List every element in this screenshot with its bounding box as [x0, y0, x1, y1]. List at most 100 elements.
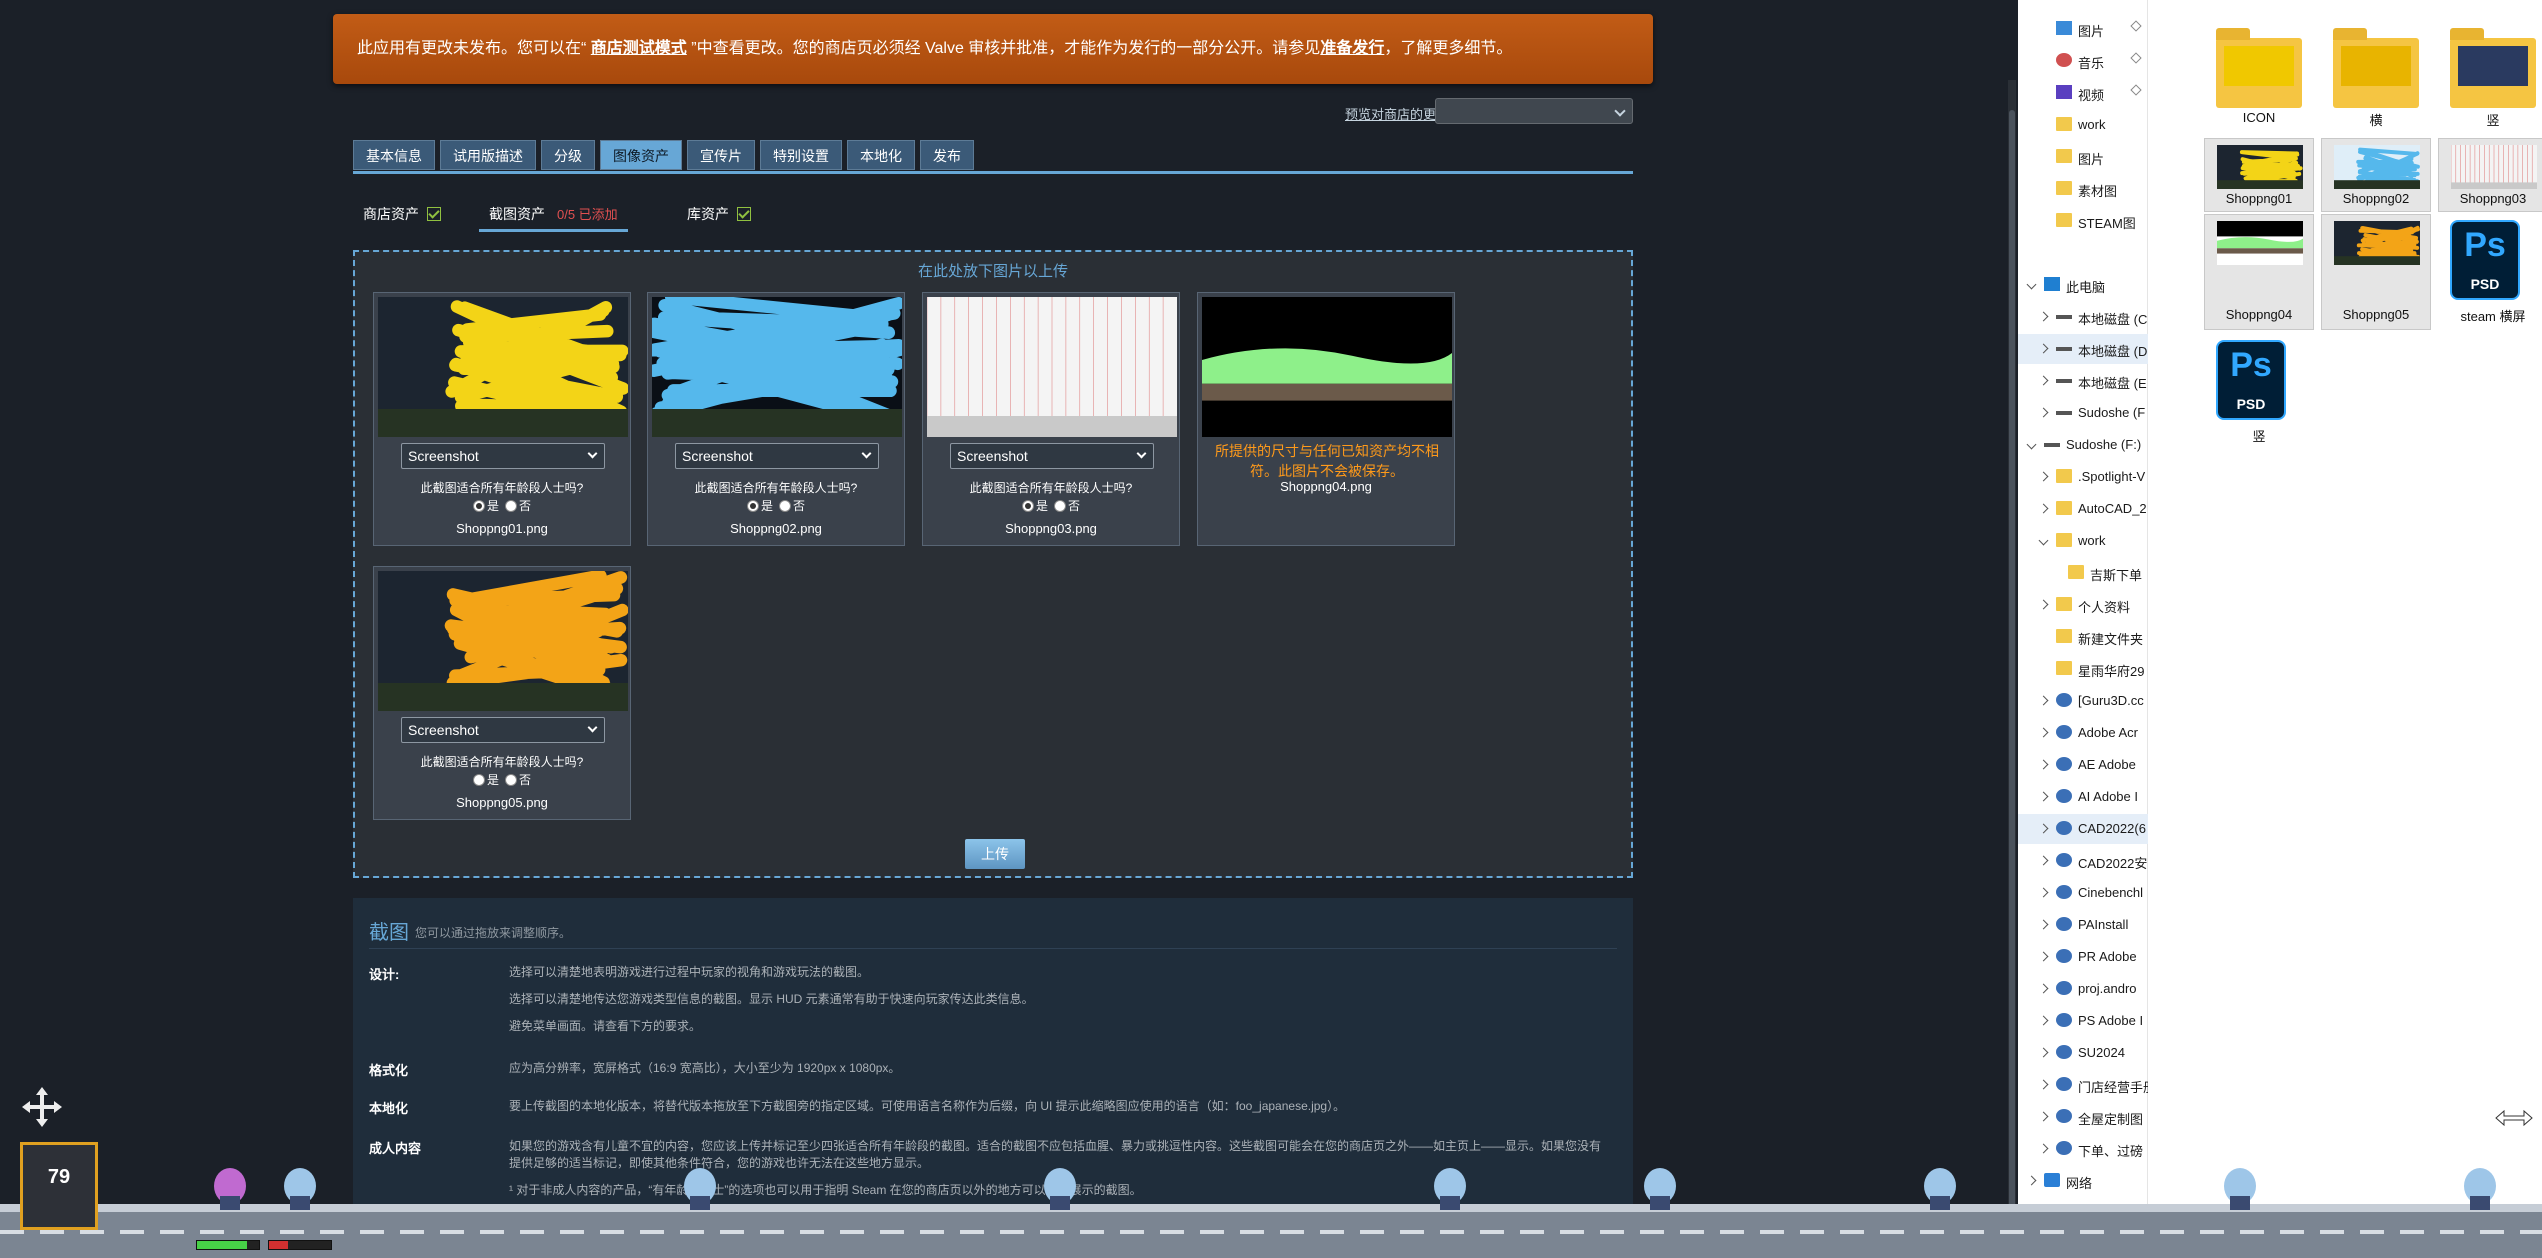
screenshot-thumbnail[interactable]	[927, 297, 1177, 437]
radio-no[interactable]	[505, 774, 517, 786]
file-tile[interactable]: Shoppng01	[2204, 138, 2314, 212]
chevron-right-icon[interactable]	[2039, 952, 2049, 962]
screenshot-type-select[interactable]: Screenshot	[401, 443, 605, 469]
screenshot-type-select[interactable]: Screenshot	[401, 717, 605, 743]
nav-item[interactable]: 本地磁盘 (C	[2018, 302, 2148, 332]
nav-item[interactable]: AE Adobe	[2018, 750, 2148, 780]
nav-item[interactable]: 图片	[2018, 142, 2148, 172]
chevron-down-icon[interactable]	[2039, 536, 2049, 546]
radio-yes[interactable]	[473, 500, 485, 512]
chevron-right-icon[interactable]	[2039, 888, 2049, 898]
radio-no[interactable]	[779, 500, 791, 512]
nav-item[interactable]: work	[2018, 526, 2148, 556]
pin-icon[interactable]	[2130, 84, 2141, 95]
screenshot-thumbnail[interactable]	[1202, 297, 1452, 437]
chevron-right-icon[interactable]	[2039, 792, 2049, 802]
radio-no[interactable]	[1054, 500, 1066, 512]
nav-item[interactable]: 图片	[2018, 14, 2148, 44]
nav-item[interactable]: 新建文件夹	[2018, 622, 2148, 652]
nav-item[interactable]: 此电脑	[2018, 270, 2148, 300]
chevron-right-icon[interactable]	[2039, 824, 2049, 834]
chevron-right-icon[interactable]	[2039, 1048, 2049, 1058]
nav-item[interactable]: 素材图	[2018, 174, 2148, 204]
move-arrows-icon[interactable]	[20, 1085, 64, 1129]
resize-horizontal-icon[interactable]	[2494, 1108, 2534, 1128]
page-scrollbar[interactable]	[2008, 80, 2016, 1240]
chevron-right-icon[interactable]	[2039, 600, 2049, 610]
chevron-right-icon[interactable]	[2039, 344, 2049, 354]
prepare-release-link[interactable]: 准备发行	[1320, 40, 1384, 57]
nav-item[interactable]: work	[2018, 110, 2148, 140]
nav-item[interactable]: AutoCAD_2	[2018, 494, 2148, 524]
nav-item[interactable]: Adobe Acr	[2018, 718, 2148, 748]
chevron-right-icon[interactable]	[2039, 1016, 2049, 1026]
chevron-right-icon[interactable]	[2039, 984, 2049, 994]
chevron-down-icon[interactable]	[2027, 440, 2037, 450]
nav-item[interactable]: PS Adobe I	[2018, 1006, 2148, 1036]
nav-item[interactable]: 下单、过磅	[2018, 1134, 2148, 1164]
chevron-right-icon[interactable]	[2039, 728, 2049, 738]
screenshot-thumbnail[interactable]	[378, 571, 628, 711]
nav-item[interactable]: .Spotlight-V	[2018, 462, 2148, 492]
nav-item[interactable]: 全屋定制图	[2018, 1102, 2148, 1132]
preview-changes-link[interactable]: 预览对商店的更改	[1345, 104, 1449, 123]
nav-item[interactable]: STEAM图	[2018, 206, 2148, 236]
pin-icon[interactable]	[2130, 20, 2141, 31]
nav-item[interactable]: PR Adobe	[2018, 942, 2148, 972]
screenshot-thumbnail[interactable]	[378, 297, 628, 437]
nav-item[interactable]: Sudoshe (F:)	[2018, 430, 2148, 460]
chevron-right-icon[interactable]	[2039, 760, 2049, 770]
nav-item[interactable]: 星雨华府29	[2018, 654, 2148, 684]
screenshot-type-select[interactable]: Screenshot	[675, 443, 879, 469]
nav-item[interactable]: SU2024	[2018, 1038, 2148, 1068]
screenshot-type-select[interactable]: Screenshot	[950, 443, 1154, 469]
radio-no[interactable]	[505, 500, 517, 512]
nav-item[interactable]: CAD2022(6	[2018, 814, 2148, 844]
scroll-thumb[interactable]	[2009, 110, 2015, 1210]
chevron-down-icon[interactable]	[2027, 280, 2037, 290]
nav-item[interactable]: Sudoshe (F	[2018, 398, 2148, 428]
preview-language-select[interactable]	[1435, 98, 1633, 124]
tab-2[interactable]: 试用版描述	[440, 140, 536, 170]
subtab-library-assets[interactable]: 库资产	[687, 200, 751, 232]
nav-item[interactable]: 视频	[2018, 78, 2148, 108]
screenshot-thumbnail[interactable]	[652, 297, 902, 437]
tab-1[interactable]: 基本信息	[353, 140, 435, 170]
radio-yes[interactable]	[747, 500, 759, 512]
radio-yes[interactable]	[1022, 500, 1034, 512]
chevron-right-icon[interactable]	[2039, 1112, 2049, 1122]
nav-item[interactable]: 音乐	[2018, 46, 2148, 76]
file-tile[interactable]: Shoppng04	[2204, 214, 2314, 330]
chevron-right-icon[interactable]	[2039, 408, 2049, 418]
file-tile[interactable]: 横	[2321, 18, 2431, 130]
upload-button[interactable]: 上传	[965, 839, 1025, 869]
tab-8[interactable]: 发布	[920, 140, 974, 170]
nav-item[interactable]: AI Adobe I	[2018, 782, 2148, 812]
screenshot-dropzone[interactable]: 在此处放下图片以上传 上传 Screenshot 此截图适合所有年龄段人士吗? 是否…	[353, 250, 1633, 878]
chevron-right-icon[interactable]	[2039, 1144, 2049, 1154]
nav-item[interactable]: 网络	[2018, 1166, 2148, 1196]
store-test-mode-link[interactable]: 商店测试模式	[591, 40, 687, 57]
chevron-right-icon[interactable]	[2039, 504, 2049, 514]
nav-item[interactable]: proj.andro	[2018, 974, 2148, 1004]
nav-item[interactable]: 门店经营手册	[2018, 1070, 2148, 1100]
radio-yes[interactable]	[473, 774, 485, 786]
chevron-right-icon[interactable]	[2027, 1176, 2037, 1186]
chevron-right-icon[interactable]	[2039, 376, 2049, 386]
file-tile[interactable]: Ps PSD steam 横屏	[2438, 214, 2542, 326]
file-tile[interactable]: ICON	[2204, 18, 2314, 130]
tab-3[interactable]: 分级	[541, 140, 595, 170]
chevron-right-icon[interactable]	[2039, 472, 2049, 482]
chevron-right-icon[interactable]	[2039, 1080, 2049, 1090]
chevron-right-icon[interactable]	[2039, 312, 2049, 322]
nav-item[interactable]: PAInstall	[2018, 910, 2148, 940]
subtab-screenshot-assets[interactable]: 截图资产 0/5 已添加	[479, 200, 628, 232]
tab-4[interactable]: 图像资产	[600, 140, 682, 170]
tab-5[interactable]: 宣传片	[687, 140, 755, 170]
file-tile[interactable]: 竖	[2438, 18, 2542, 130]
subtab-store-assets[interactable]: 商店资产	[363, 200, 441, 232]
tab-6[interactable]: 特别设置	[760, 140, 842, 170]
chevron-right-icon[interactable]	[2039, 920, 2049, 930]
pin-icon[interactable]	[2130, 52, 2141, 63]
file-tile[interactable]: Shoppng03	[2438, 138, 2542, 212]
